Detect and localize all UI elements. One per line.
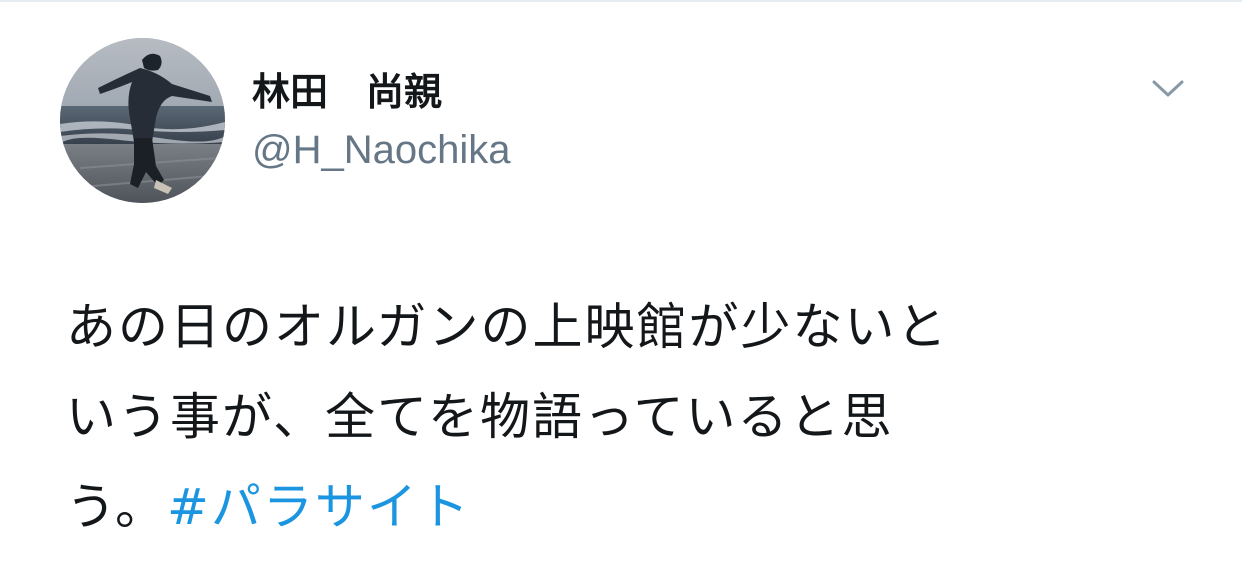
avatar-photo [60, 38, 225, 203]
tweet-text: あの日のオルガンの上映館が少ないと いう事が、全てを物語っていると思 う。#パラサイ… [66, 282, 1176, 552]
tweet-text-line-2: いう事が、全てを物語っていると思 [66, 388, 894, 446]
avatar[interactable] [60, 38, 225, 203]
author-handle[interactable]: @H_Naochika [252, 124, 511, 176]
tweet-text-line-1: あの日のオルガンの上映館が少ないと [66, 298, 949, 356]
author-display-name[interactable]: 林田 尚親 [252, 66, 442, 118]
chevron-down-icon[interactable] [1148, 72, 1188, 104]
tweet-card: 林田 尚親 @H_Naochika あの日のオルガンの上映館が少ないと いう事が、… [0, 0, 1242, 582]
hashtag-link[interactable]: #パラサイト [167, 478, 471, 536]
tweet-text-line-3: う。 [66, 478, 167, 536]
